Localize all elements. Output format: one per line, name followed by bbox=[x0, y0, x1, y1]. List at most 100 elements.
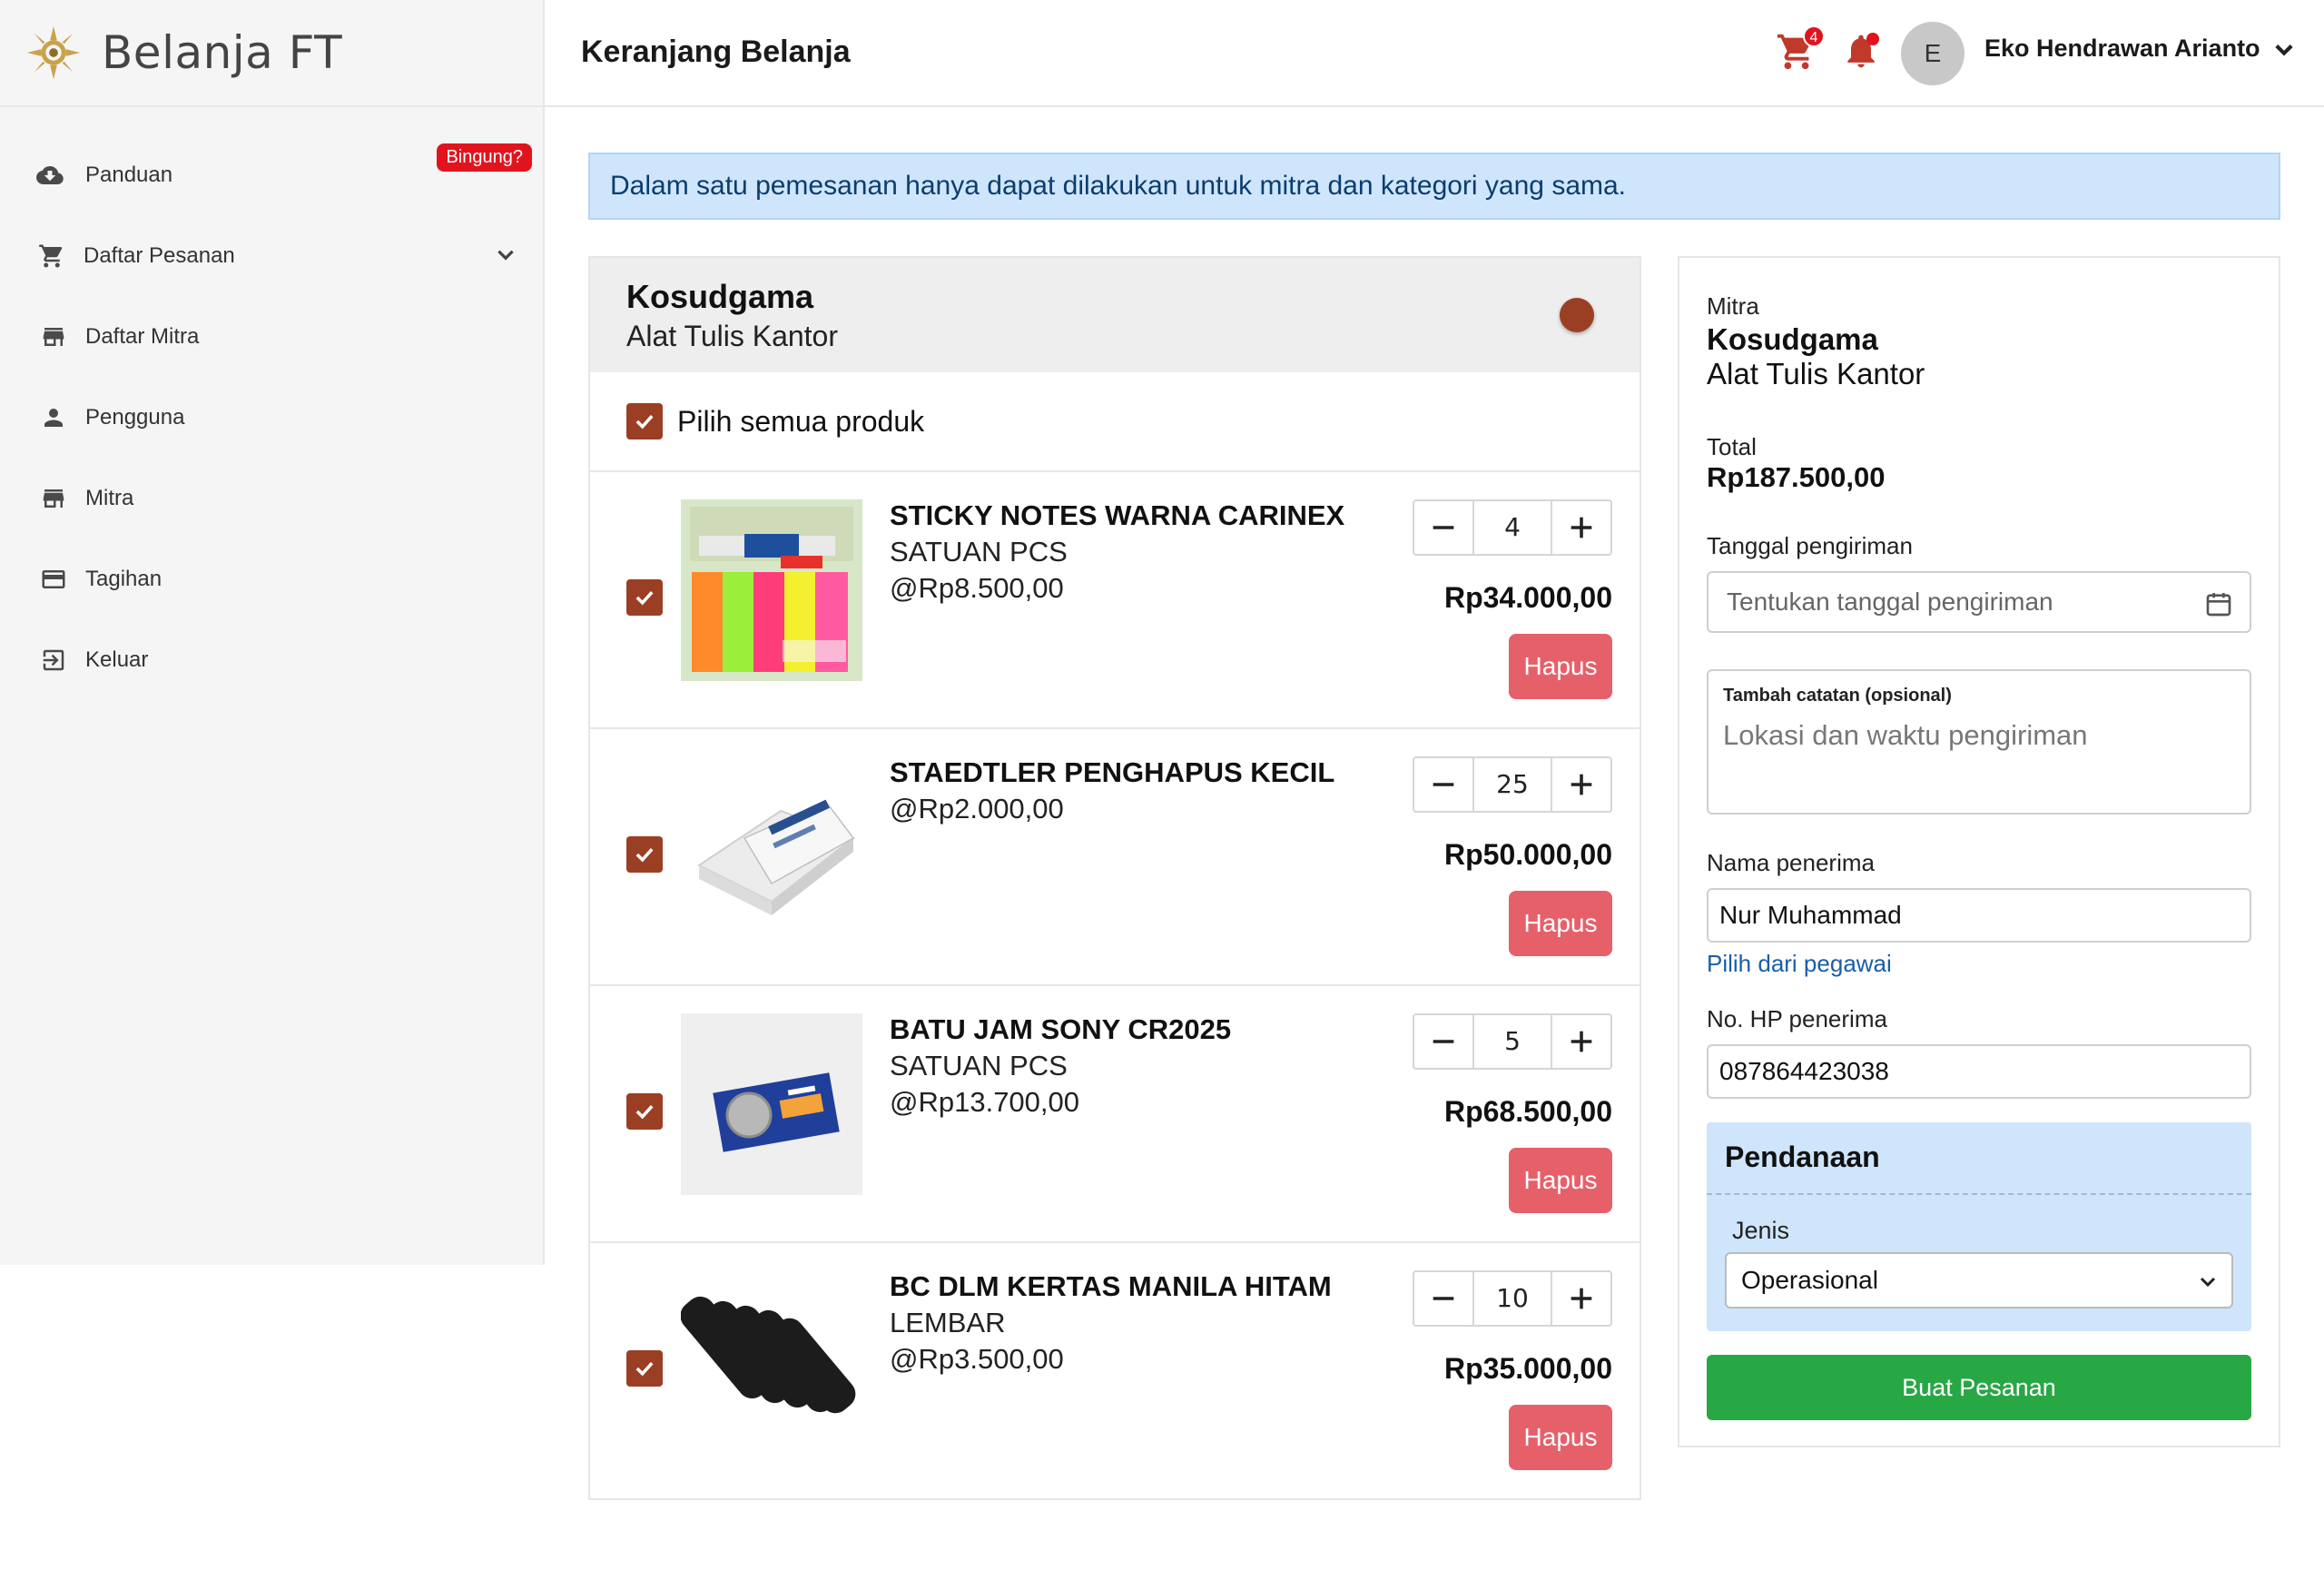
sidebar-item-mitra[interactable]: Mitra bbox=[0, 458, 543, 538]
quantity-stepper: 10 bbox=[1413, 1270, 1612, 1327]
calendar-icon[interactable] bbox=[2204, 589, 2233, 618]
increment-button[interactable] bbox=[1552, 758, 1610, 811]
cart-panel: Kosudgama Alat Tulis Kantor Pilih semua … bbox=[588, 256, 1641, 1500]
credit-card-icon bbox=[38, 564, 69, 595]
cart-item: BATU JAM SONY CR2025 SATUAN PCS @Rp13.70… bbox=[590, 986, 1640, 1243]
sidebar: Belanja FT Panduan Bingung? Daftar Pesan… bbox=[0, 0, 545, 1265]
quantity-value[interactable]: 5 bbox=[1472, 1015, 1552, 1068]
item-total: Rp35.000,00 bbox=[1443, 1352, 1612, 1385]
sidebar-item-tagihan[interactable]: Tagihan bbox=[0, 538, 543, 619]
decrement-button[interactable] bbox=[1414, 1015, 1472, 1068]
cart-item: BC DLM KERTAS MANILA HITAM LEMBAR @Rp3.5… bbox=[590, 1243, 1640, 1500]
item-info: BATU JAM SONY CR2025 SATUAN PCS @Rp13.70… bbox=[890, 1013, 1231, 1119]
chevron-down-icon[interactable] bbox=[494, 242, 517, 266]
quantity-stepper: 5 bbox=[1413, 1013, 1612, 1070]
item-unit: LEMBAR bbox=[890, 1307, 1006, 1338]
sidebar-item-label: Tagihan bbox=[85, 566, 162, 591]
delete-item-button[interactable]: Hapus bbox=[1509, 891, 1612, 956]
quantity-stepper: 4 bbox=[1413, 499, 1612, 556]
check-icon bbox=[635, 847, 654, 863]
decrement-button[interactable] bbox=[1414, 501, 1472, 554]
item-checkbox[interactable] bbox=[626, 579, 663, 616]
quantity-value[interactable]: 4 bbox=[1472, 501, 1552, 554]
delivery-date-field[interactable] bbox=[1707, 571, 2251, 633]
item-unit: SATUAN PCS bbox=[890, 1050, 1068, 1081]
quantity-value[interactable]: 25 bbox=[1472, 758, 1552, 811]
person-icon bbox=[38, 402, 69, 433]
select-all-label: Pilih semua produk bbox=[677, 404, 925, 438]
delete-item-button[interactable]: Hapus bbox=[1509, 634, 1612, 699]
cart-button[interactable]: 4 bbox=[1776, 25, 1825, 76]
recipient-name-input[interactable] bbox=[1707, 888, 2251, 943]
brand-title: Belanja FT bbox=[102, 26, 343, 79]
avatar[interactable]: E bbox=[1901, 22, 1965, 85]
item-total: Rp34.000,00 bbox=[1443, 581, 1612, 614]
minus-icon bbox=[1433, 1040, 1454, 1043]
recipient-name-label: Nama penerima bbox=[1707, 849, 1875, 876]
sidebar-item-keluar[interactable]: Keluar bbox=[0, 619, 543, 700]
minus-icon bbox=[1433, 1297, 1454, 1300]
checkout-vendor: Kosudgama bbox=[1707, 322, 1878, 356]
checkout-category: Alat Tulis Kantor bbox=[1707, 357, 1925, 390]
info-banner: Dalam satu pemesanan hanya dapat dilakuk… bbox=[588, 153, 2280, 220]
note-textarea[interactable] bbox=[1723, 719, 2231, 801]
plus-icon bbox=[1571, 1031, 1592, 1052]
item-name: BC DLM KERTAS MANILA HITAM bbox=[890, 1270, 1332, 1302]
note-field[interactable]: Tambah catatan (opsional) bbox=[1707, 669, 2251, 815]
item-unit-price: @Rp3.500,00 bbox=[890, 1343, 1064, 1375]
delete-item-button[interactable]: Hapus bbox=[1509, 1148, 1612, 1213]
note-label: Tambah catatan (opsional) bbox=[1723, 686, 1952, 706]
user-menu[interactable]: Eko Hendrawan Arianto bbox=[1984, 35, 2297, 63]
quantity-value[interactable]: 10 bbox=[1472, 1272, 1552, 1325]
check-icon bbox=[635, 1361, 654, 1377]
item-checkbox[interactable] bbox=[626, 1093, 663, 1130]
item-unit-price: @Rp8.500,00 bbox=[890, 572, 1064, 604]
pick-employee-link[interactable]: Pilih dari pegawai bbox=[1707, 950, 1892, 978]
page-title: Keranjang Belanja bbox=[581, 35, 851, 69]
increment-button[interactable] bbox=[1552, 501, 1610, 554]
cloud-download-icon bbox=[34, 160, 65, 191]
funding-type-select[interactable]: Operasional bbox=[1725, 1252, 2233, 1308]
item-name: STICKY NOTES WARNA CARINEX bbox=[890, 499, 1345, 531]
increment-button[interactable] bbox=[1552, 1272, 1610, 1325]
increment-button[interactable] bbox=[1552, 1015, 1610, 1068]
delete-item-button[interactable]: Hapus bbox=[1509, 1405, 1612, 1470]
select-all-checkbox[interactable] bbox=[626, 403, 663, 439]
item-name: STAEDTLER PENGHAPUS KECIL bbox=[890, 756, 1335, 788]
sidebar-item-pengguna[interactable]: Pengguna bbox=[0, 377, 543, 458]
vendor-select-radio[interactable] bbox=[1560, 298, 1594, 332]
item-checkbox[interactable] bbox=[626, 1350, 663, 1387]
sidebar-nav: Panduan Bingung? Daftar Pesanan Daftar M… bbox=[0, 134, 543, 700]
recipient-phone-input[interactable] bbox=[1707, 1044, 2251, 1099]
notification-button[interactable] bbox=[1841, 31, 1883, 76]
plus-icon bbox=[1571, 774, 1592, 795]
notification-dot bbox=[1866, 33, 1879, 45]
mitra-label: Mitra bbox=[1707, 292, 1759, 320]
total-amount: Rp187.500,00 bbox=[1707, 461, 1886, 493]
sidebar-item-daftar-mitra[interactable]: Daftar Mitra bbox=[0, 296, 543, 377]
plus-icon bbox=[1571, 517, 1592, 538]
funding-section: Pendanaan Jenis Operasional bbox=[1707, 1122, 2251, 1331]
top-header: Keranjang Belanja 4 E Eko Hendrawan Aria… bbox=[545, 0, 2324, 107]
product-image bbox=[681, 756, 862, 938]
cart-icon bbox=[36, 241, 67, 272]
item-info: STAEDTLER PENGHAPUS KECIL @Rp2.000,00 bbox=[890, 756, 1334, 825]
funding-type-label: Jenis bbox=[1732, 1217, 1790, 1244]
plus-icon bbox=[1571, 1288, 1592, 1309]
delivery-date-input[interactable] bbox=[1727, 588, 2199, 617]
decrement-button[interactable] bbox=[1414, 758, 1472, 811]
cart-vendor-header: Kosudgama Alat Tulis Kantor bbox=[590, 258, 1640, 372]
brand[interactable]: Belanja FT bbox=[0, 0, 543, 107]
sidebar-item-panduan[interactable]: Panduan Bingung? bbox=[0, 134, 543, 215]
sidebar-item-label: Mitra bbox=[85, 485, 134, 510]
funding-title: Pendanaan bbox=[1707, 1122, 2251, 1195]
item-checkbox[interactable] bbox=[626, 836, 663, 873]
quantity-stepper: 25 bbox=[1413, 756, 1612, 813]
decrement-button[interactable] bbox=[1414, 1272, 1472, 1325]
help-badge[interactable]: Bingung? bbox=[437, 143, 532, 172]
minus-icon bbox=[1433, 526, 1454, 529]
sidebar-item-daftar-pesanan[interactable]: Daftar Pesanan bbox=[0, 215, 543, 296]
vendor-name: Kosudgama bbox=[626, 278, 814, 315]
select-all-row[interactable]: Pilih semua produk bbox=[590, 372, 1640, 472]
create-order-button[interactable]: Buat Pesanan bbox=[1707, 1355, 2251, 1420]
